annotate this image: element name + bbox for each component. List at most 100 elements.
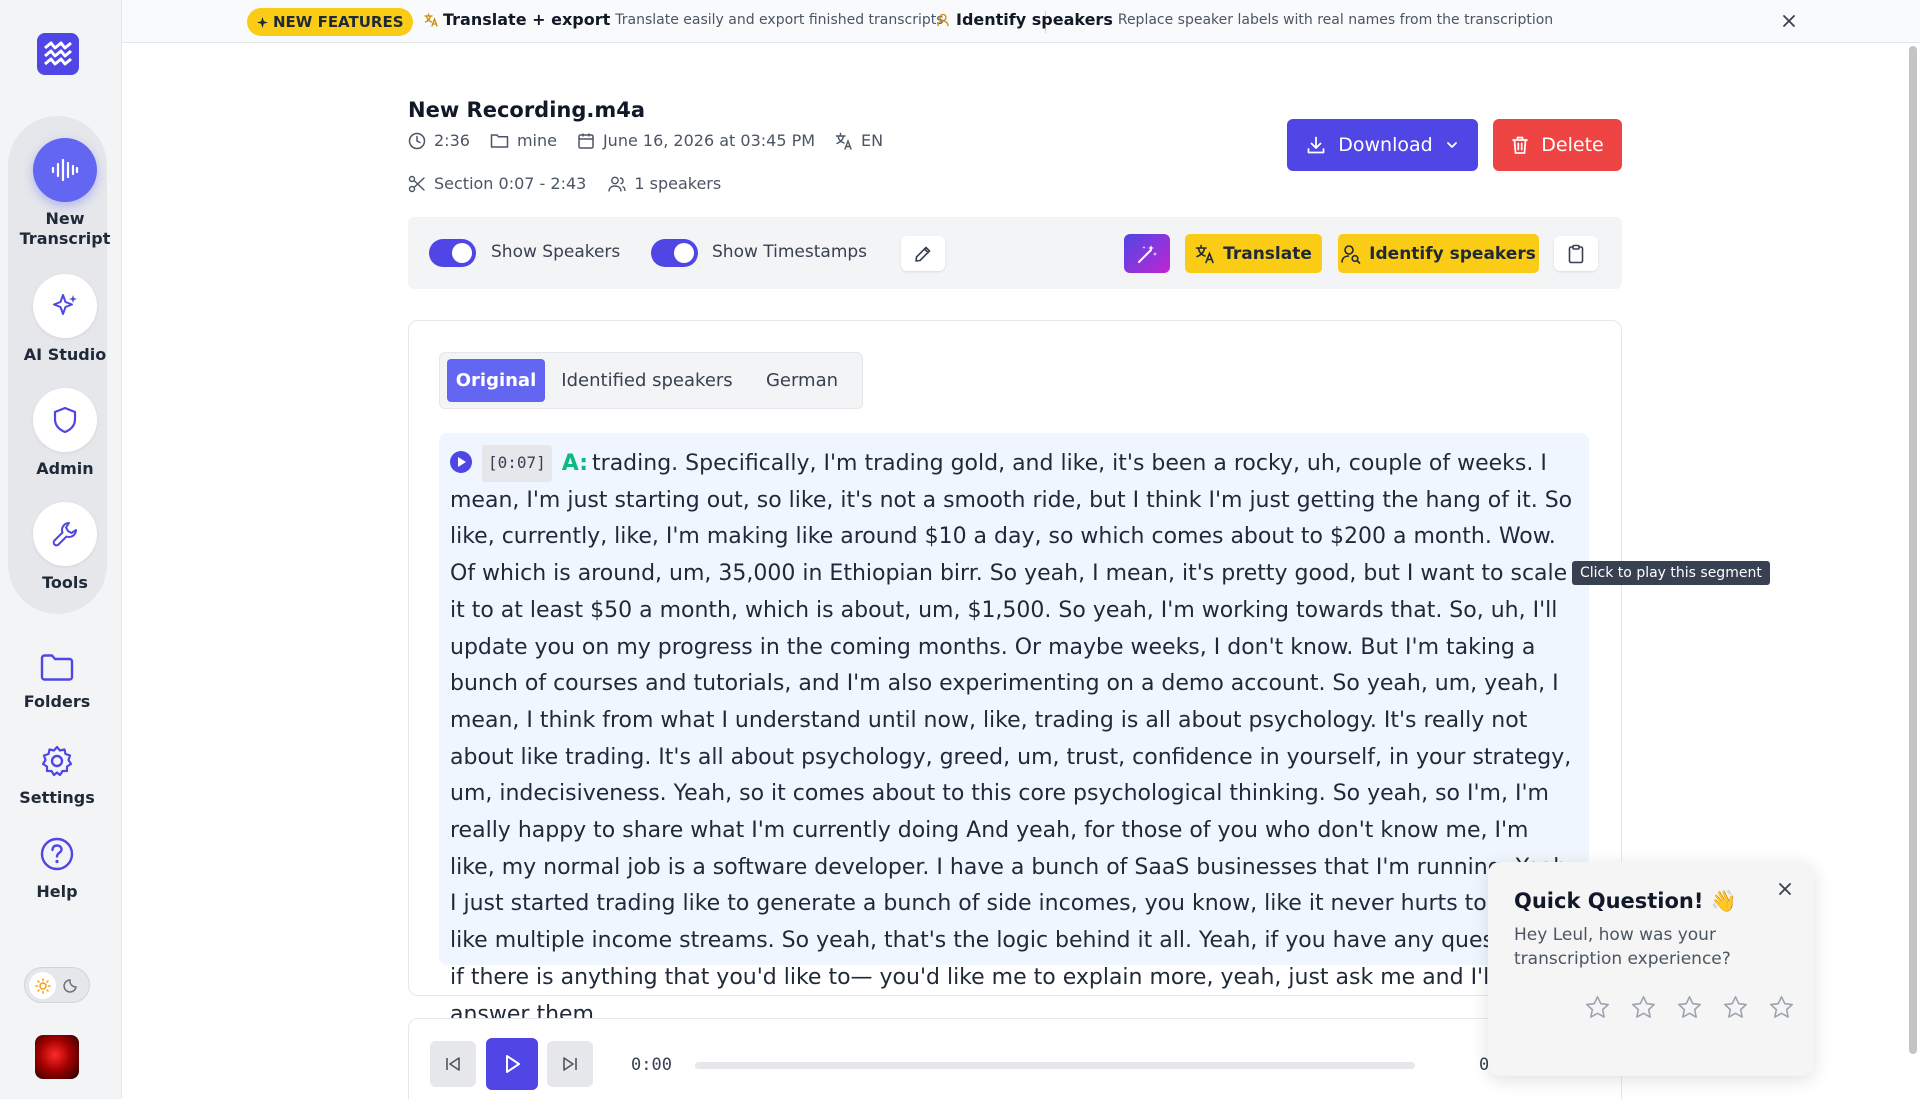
nav-ai-studio[interactable]: AI Studio	[8, 274, 122, 365]
segment-content: [0:07] A: trading. Specifically, I'm tradi…	[450, 445, 1580, 1033]
features-banner: NEW FEATURES Translate + export Translat…	[122, 0, 1920, 43]
banner-feature-translate[interactable]: Translate + export Translate easily and …	[424, 10, 944, 29]
translate-icon	[424, 12, 438, 27]
transcript-card: Original Identified speakers German [0:0…	[408, 320, 1622, 1027]
translate-icon	[835, 132, 852, 150]
transcript-toolbar: Show Speakers Show Timestamps Translate …	[408, 217, 1622, 289]
nav-help-label: Help	[36, 882, 78, 901]
avatar[interactable]	[35, 1035, 79, 1079]
pencil-icon	[915, 246, 931, 262]
nav-new-transcript[interactable]: New Transcript	[8, 138, 122, 249]
user-icon	[937, 13, 949, 26]
quick-question-close-button[interactable]	[1777, 878, 1793, 902]
translate-button[interactable]: Translate	[1185, 234, 1322, 273]
banner-close-button[interactable]	[1781, 10, 1797, 34]
segment-text: trading. Specifically, I'm trading gold,…	[450, 451, 1578, 1027]
show-timestamps-toggle[interactable]	[651, 239, 698, 267]
identify-speakers-button[interactable]: Identify speakers	[1338, 234, 1539, 273]
sidebar: New Transcript AI Studio Admin Tools Fold…	[0, 0, 122, 1099]
nav-new-transcript-circle[interactable]	[33, 138, 97, 202]
close-icon	[1779, 883, 1791, 895]
file-meta: 2:36 mine June 16, 2026 at 03:45 PM EN	[408, 131, 883, 150]
show-speakers-toggle[interactable]	[429, 239, 476, 267]
banner-feature-identify-title: Identify speakers	[956, 10, 1113, 29]
rating-stars	[1584, 994, 1795, 1025]
player-progress-track[interactable]	[695, 1062, 1415, 1069]
close-icon	[1783, 15, 1795, 27]
nav-folders-label: Folders	[23, 692, 91, 711]
star-icon[interactable]	[1584, 994, 1611, 1025]
file-meta-section: Section 0:07 - 2:43 1 speakers	[408, 174, 721, 193]
nav-folders[interactable]: Folders	[0, 652, 114, 712]
nav-admin[interactable]: Admin	[8, 388, 122, 479]
show-timestamps-label: Show Timestamps	[712, 242, 868, 262]
trash-icon	[1512, 136, 1529, 154]
waveform-icon	[51, 158, 79, 182]
users-icon	[608, 176, 627, 192]
quick-question-text: Hey Leul, how was your transcription exp…	[1514, 925, 1731, 969]
new-features-label: NEW FEATURES	[273, 13, 404, 31]
star-icon[interactable]	[1630, 994, 1657, 1025]
delete-button[interactable]: Delete	[1493, 119, 1622, 171]
play-button[interactable]	[486, 1038, 538, 1090]
gear-icon	[41, 745, 73, 777]
banner-feature-translate-desc: Translate easily and export finished tra…	[615, 11, 944, 28]
transcript-segment[interactable]: [0:07] A: trading. Specifically, I'm tradi…	[439, 433, 1589, 1027]
play-segment-icon[interactable]	[450, 451, 472, 473]
nav-ai-studio-label: AI Studio	[23, 345, 107, 364]
page-scrollbar[interactable]	[1909, 46, 1917, 1054]
skip-back-button[interactable]	[430, 1041, 476, 1087]
skip-forward-icon	[563, 1057, 577, 1071]
translate-label: Translate	[1223, 243, 1312, 264]
chevron-down-icon	[1446, 142, 1457, 148]
shield-icon	[53, 406, 77, 434]
nav-help[interactable]: Help	[0, 836, 114, 902]
audio-player: 0:00 0:	[408, 1018, 1622, 1099]
download-icon	[1307, 136, 1325, 154]
star-icon[interactable]	[1722, 994, 1749, 1025]
nav-tools[interactable]: Tools	[8, 502, 122, 593]
folder-icon	[490, 134, 509, 148]
skip-back-icon	[446, 1057, 460, 1071]
translate-icon	[1195, 244, 1214, 263]
new-features-badge: NEW FEATURES	[247, 8, 413, 36]
nav-tools-circle[interactable]	[33, 502, 97, 566]
help-icon	[40, 837, 74, 871]
download-button[interactable]: Download	[1287, 119, 1478, 171]
magic-wand-icon	[1138, 244, 1157, 263]
file-date: June 16, 2026 at 03:45 PM	[602, 131, 816, 150]
copy-button[interactable]	[1554, 236, 1598, 271]
moon-icon	[63, 979, 77, 993]
delete-label: Delete	[1541, 134, 1604, 156]
sparkles-icon	[257, 16, 268, 28]
tab-german[interactable]: German	[749, 359, 855, 402]
file-folder[interactable]: mine	[517, 131, 557, 150]
nav-settings-label: Settings	[19, 788, 95, 807]
quick-question-title: Quick Question! 👋	[1514, 889, 1737, 913]
clock-icon	[408, 132, 426, 149]
tab-original[interactable]: Original	[447, 359, 545, 402]
folder-icon	[40, 654, 74, 681]
star-icon[interactable]	[1676, 994, 1703, 1025]
nav-admin-label: Admin	[36, 459, 94, 478]
nav-new-transcript-label: New Transcript	[19, 209, 111, 248]
skip-forward-button[interactable]	[547, 1041, 593, 1087]
quick-question-popup: Quick Question! 👋 Hey Leul, how was your…	[1488, 862, 1814, 1076]
calendar-icon	[578, 133, 594, 149]
banner-feature-identify-desc: Replace speaker labels with real names f…	[1117, 11, 1554, 28]
tab-identified-speakers[interactable]: Identified speakers	[553, 359, 741, 402]
nav-admin-circle[interactable]	[33, 388, 97, 452]
nav-settings[interactable]: Settings	[0, 744, 114, 808]
play-segment-tooltip: Click to play this segment	[1572, 561, 1770, 585]
segment-timestamp[interactable]: [0:07]	[482, 445, 552, 482]
magic-wand-button[interactable]	[1124, 234, 1170, 273]
app-logo[interactable]	[37, 33, 79, 75]
banner-feature-identify[interactable]: Identify speakers Replace speaker labels…	[937, 10, 1553, 29]
nav-group: New Transcript AI Studio Admin Tools	[8, 116, 110, 614]
star-icon[interactable]	[1768, 994, 1795, 1025]
identify-speakers-label: Identify speakers	[1369, 243, 1536, 264]
theme-toggle[interactable]	[24, 967, 90, 1003]
nav-ai-studio-circle[interactable]	[33, 274, 97, 338]
edit-button[interactable]	[901, 236, 945, 271]
logo-icon	[44, 41, 72, 66]
